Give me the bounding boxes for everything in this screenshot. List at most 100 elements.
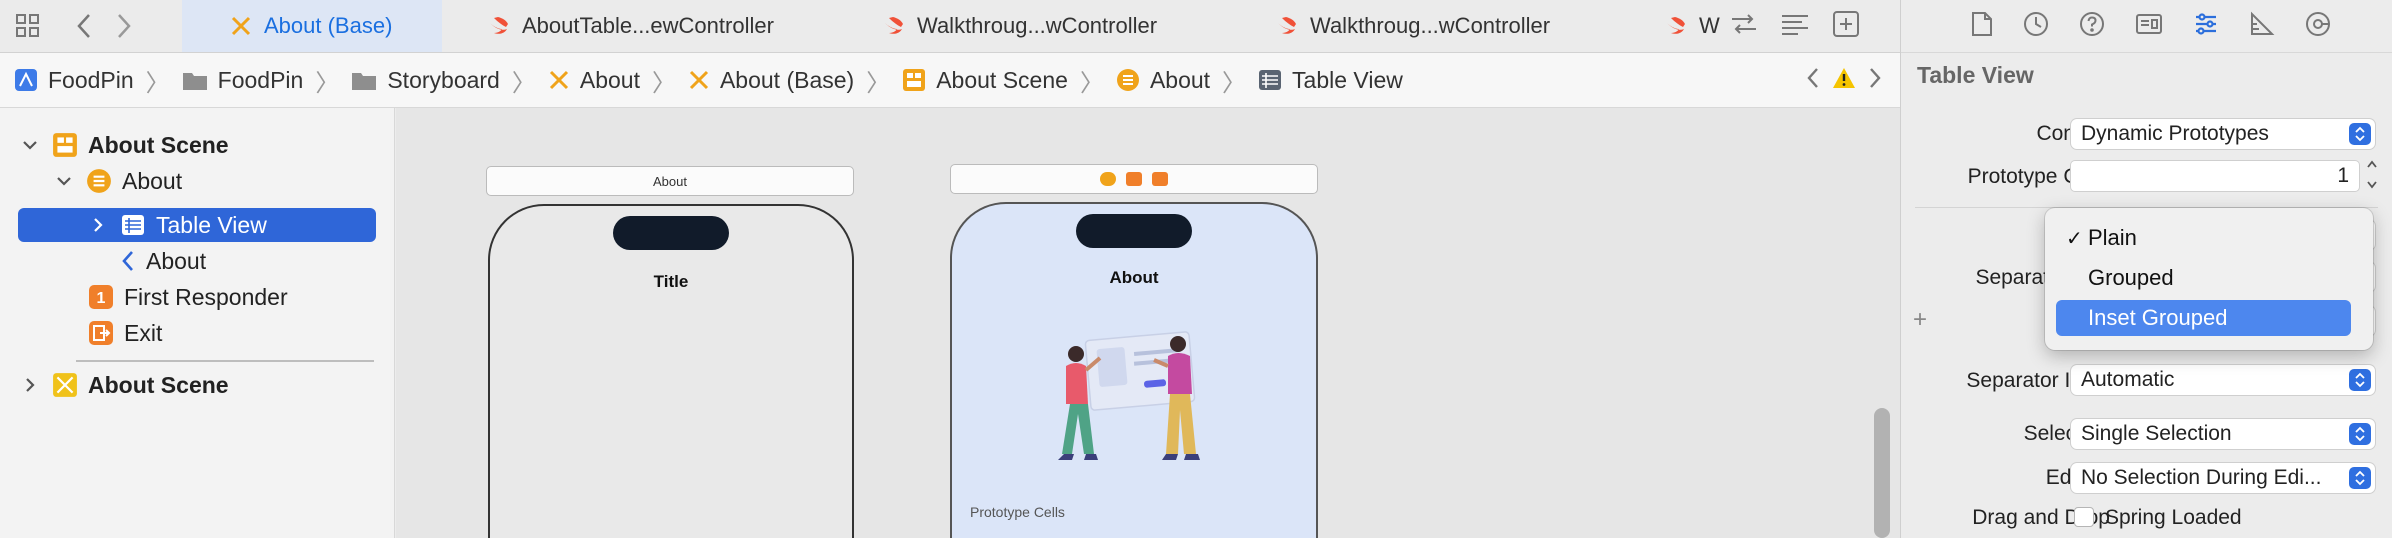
outline-item-about-controller[interactable]: About — [54, 164, 182, 198]
exit-icon[interactable] — [1152, 172, 1168, 186]
outline-item-table-view[interactable]: Table View — [18, 208, 376, 242]
outline-label: Exit — [124, 319, 163, 346]
connections-inspector-icon[interactable] — [2305, 11, 2331, 42]
outline-item-exit[interactable]: Exit — [88, 316, 162, 350]
menu-item-plain[interactable]: ✓ Plain — [2056, 220, 2351, 256]
chevron-down-icon[interactable] — [20, 139, 40, 151]
content-popup[interactable]: Dynamic Prototypes — [2071, 119, 2375, 149]
swift-icon — [488, 15, 510, 37]
header-illustration — [1026, 314, 1242, 474]
popup-arrows-icon — [2349, 467, 2371, 489]
separator-inset-popup[interactable]: Automatic — [2071, 365, 2375, 395]
swift-icon — [1665, 15, 1687, 37]
add-variation-icon[interactable]: + — [1913, 306, 1927, 334]
chevron-right-icon[interactable] — [20, 377, 40, 393]
outline-item-about-scene[interactable]: About Scene — [20, 128, 229, 162]
editor-tools — [1722, 10, 1892, 42]
attributes-inspector-icon[interactable] — [2193, 11, 2219, 42]
spring-loaded-checkbox[interactable] — [2074, 507, 2094, 527]
jump-bar: FoodPin 〉 FoodPin 〉 Storyboard 〉 About 〉… — [0, 53, 1900, 108]
related-items-icon[interactable] — [1730, 12, 1758, 41]
forward-arrow-icon[interactable] — [110, 12, 138, 40]
outline-item-first-responder[interactable]: 1 First Responder — [88, 280, 288, 314]
outline-item-about-scene-2[interactable]: About Scene — [20, 368, 229, 402]
breadcrumb-label: About Scene — [936, 66, 1068, 93]
scene-icon — [52, 132, 78, 158]
style-dropdown-menu: ✓ Plain Grouped Inset Grouped — [2045, 208, 2373, 350]
stepper-up-icon[interactable] — [2366, 159, 2378, 172]
grid-icon[interactable] — [14, 12, 42, 40]
tab-abouttableviewcontroller[interactable]: AboutTable...ewController — [488, 0, 774, 52]
tab-about-base[interactable]: About (Base) — [182, 0, 442, 52]
menu-item-inset-grouped[interactable]: Inset Grouped — [2056, 300, 2351, 336]
selection-popup[interactable]: Single Selection — [2071, 419, 2375, 449]
back-chevron-icon — [120, 249, 136, 273]
menu-item-grouped[interactable]: Grouped — [2056, 260, 2351, 296]
menu-item-label: Plain — [2088, 225, 2137, 250]
next-issue-icon[interactable] — [1868, 66, 1882, 96]
scene-dock[interactable]: About — [486, 166, 854, 196]
view-controller-icon — [86, 168, 112, 194]
breadcrumb-separator: 〉 — [651, 69, 676, 97]
first-responder-icon: 1 — [88, 284, 114, 310]
popup-arrows-icon — [2349, 123, 2371, 145]
scene-phone-frame[interactable]: Title — [488, 204, 854, 538]
chevron-right-icon[interactable] — [88, 217, 108, 233]
breadcrumb-label: FoodPin — [217, 66, 304, 93]
breadcrumb-item[interactable]: About — [1116, 67, 1210, 94]
editing-popup[interactable]: No Selection During Edi... — [2071, 463, 2375, 493]
view-controller-icon — [1116, 68, 1140, 92]
view-controller-icon[interactable] — [1100, 172, 1116, 186]
breadcrumb-item[interactable]: About (Base) — [688, 67, 854, 94]
outline-label: Table View — [156, 211, 267, 238]
outline-item-about-nav-item[interactable]: About — [120, 244, 206, 278]
prototype-cells-label: Prototype Cells — [970, 504, 1065, 520]
tab-walkthrough-1[interactable]: Walkthroug...wController — [883, 0, 1157, 52]
breadcrumb-item[interactable]: About Scene — [902, 67, 1068, 94]
tab-overflow[interactable]: W — [1665, 0, 1725, 52]
prototype-cells-stepper[interactable] — [2363, 159, 2381, 193]
back-arrow-icon[interactable] — [70, 12, 98, 40]
swift-icon — [883, 15, 905, 37]
history-inspector-icon[interactable] — [2023, 11, 2049, 42]
document-outline: About Scene About Table View About 1 Fir… — [0, 108, 395, 538]
breadcrumb-item[interactable]: FoodPin — [14, 67, 134, 94]
storyboard-icon — [548, 69, 570, 91]
editor-options-icon[interactable] — [1780, 13, 1810, 40]
prototype-cells-field[interactable]: 1 — [2071, 161, 2359, 191]
tab-label: Walkthroug...wController — [917, 13, 1158, 38]
breadcrumb-label: Storyboard — [387, 66, 500, 93]
separator-inset-value: Automatic — [2081, 368, 2175, 391]
outline-divider — [76, 360, 374, 362]
breadcrumb-item[interactable]: Storyboard — [351, 67, 500, 94]
size-inspector-icon[interactable] — [2249, 11, 2275, 42]
breadcrumb-item[interactable]: About — [548, 67, 640, 94]
add-editor-icon[interactable] — [1832, 10, 1860, 43]
breadcrumb-item[interactable]: Table View — [1258, 67, 1403, 94]
tab-walkthrough-2[interactable]: Walkthroug...wController — [1276, 0, 1550, 52]
outline-label: About — [122, 167, 183, 194]
first-responder-icon[interactable] — [1126, 172, 1142, 186]
inspector-tabs — [1901, 0, 2392, 53]
canvas-scrollbar[interactable] — [1874, 408, 1890, 538]
checkmark-icon: ✓ — [2066, 227, 2083, 250]
quick-help-icon[interactable] — [2079, 11, 2105, 42]
menu-item-label: Inset Grouped — [2088, 305, 2228, 330]
chevron-down-icon[interactable] — [54, 175, 74, 187]
scene-dock-title: About — [653, 173, 687, 189]
storyboard-canvas[interactable]: About Title About Prototype Cells — [396, 108, 1900, 538]
scene-phone-frame-selected[interactable]: About Prototype Cells — [950, 202, 1318, 538]
separator-label: Separat — [1975, 266, 2049, 289]
breadcrumb-label: About — [579, 66, 640, 93]
file-inspector-icon[interactable] — [1971, 11, 1993, 42]
scene-dock[interactable] — [950, 164, 1318, 194]
identity-inspector-icon[interactable] — [2135, 12, 2163, 41]
dynamic-island — [613, 216, 729, 250]
section-title: Table View — [1917, 62, 2034, 88]
previous-issue-icon[interactable] — [1806, 66, 1820, 96]
stepper-down-icon[interactable] — [2366, 180, 2378, 193]
warning-icon[interactable] — [1832, 67, 1856, 95]
storyboard-icon — [230, 15, 252, 37]
breadcrumb-item[interactable]: FoodPin — [182, 66, 304, 94]
outline-label: About — [146, 247, 207, 274]
